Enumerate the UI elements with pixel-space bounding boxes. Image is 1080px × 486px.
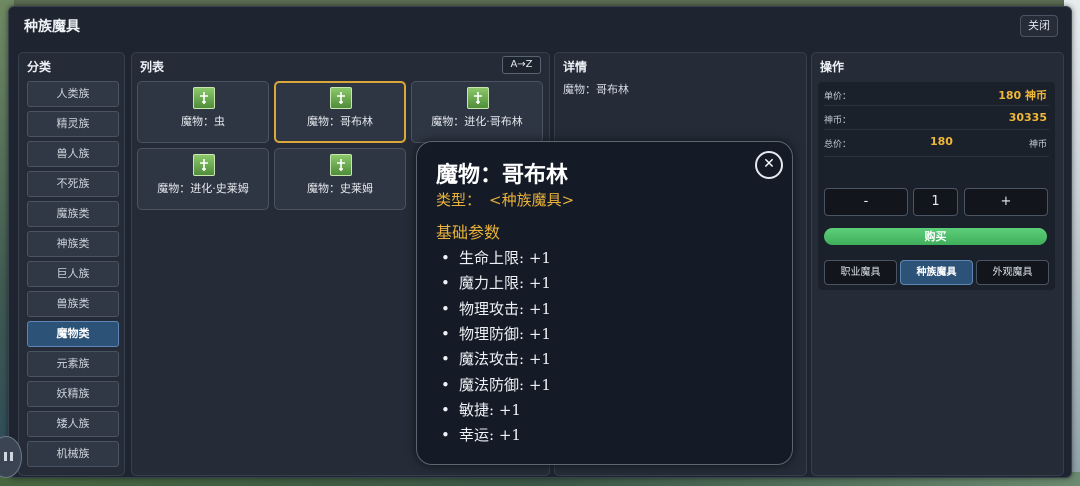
category-item[interactable]: 兽人族: [27, 141, 119, 167]
category-panel-title: 分类: [27, 60, 52, 74]
increase-button[interactable]: +: [964, 188, 1048, 216]
unit-price-label: 单价：: [824, 92, 852, 102]
detail-panel-title: 详情: [563, 60, 588, 74]
item-card[interactable]: 魔物：进化·史莱姆: [137, 148, 269, 210]
item-card-label: 魔物：史莱姆: [307, 182, 373, 195]
stat-line: • 魔法攻击: +1: [441, 348, 551, 369]
unit-price-value: 180 神币: [998, 89, 1047, 102]
bullet: •: [441, 325, 450, 343]
divider: [824, 129, 1049, 130]
category-panel: 分类 人类族 精灵族 兽人族 不死族 魔族类 神族类 巨人族 兽族类 魔物类 元…: [18, 52, 125, 476]
item-card-selected[interactable]: 魔物：哥布林: [274, 81, 406, 143]
category-item-active[interactable]: 魔物类: [27, 321, 119, 347]
category-item[interactable]: 兽族类: [27, 291, 119, 317]
detail-text: 魔物：哥布林: [563, 83, 629, 96]
category-item[interactable]: 元素族: [27, 351, 119, 377]
category-item[interactable]: 不死族: [27, 171, 119, 197]
category-item[interactable]: 神族类: [27, 231, 119, 257]
tooltip-type: 类型： <种族魔具>: [436, 189, 574, 210]
stat-text: 魔力上限: +1: [459, 274, 551, 292]
bullet: •: [441, 426, 450, 444]
bullet: •: [441, 300, 450, 318]
stat-line: • 物理防御: +1: [441, 323, 551, 344]
divider: [824, 156, 1049, 157]
item-card-label: 魔物：进化·哥布林: [431, 115, 523, 128]
stat-line: • 魔力上限: +1: [441, 272, 551, 293]
tab-appearance-artifact[interactable]: 外观魔具: [976, 260, 1049, 285]
stat-text: 物理攻击: +1: [459, 300, 551, 318]
window-title: 种族魔具: [24, 19, 80, 35]
tooltip-section-title: 基础参数: [436, 223, 501, 242]
bullet: •: [441, 274, 450, 292]
category-item[interactable]: 魔族类: [27, 201, 119, 227]
item-card-label: 魔物：进化·史莱姆: [157, 182, 249, 195]
balance-label: 神币：: [824, 116, 852, 126]
category-item[interactable]: 矮人族: [27, 411, 119, 437]
close-button[interactable]: 关闭: [1020, 15, 1058, 37]
item-card[interactable]: 魔物：史莱姆: [274, 148, 406, 210]
bullet: •: [441, 376, 450, 394]
category-item[interactable]: 妖精族: [27, 381, 119, 407]
stat-text: 敏捷: +1: [459, 401, 521, 419]
bullet: •: [441, 401, 450, 419]
stat-line: • 敏捷: +1: [441, 399, 521, 420]
item-card-label: 魔物：哥布林: [307, 115, 373, 128]
operations-panel: 操作 单价： 180 神币 神币： 30335 总价： 180 神币 - 1 +…: [811, 52, 1064, 476]
sword-cross-icon: [467, 87, 489, 109]
stat-line: • 生命上限: +1: [441, 247, 551, 268]
tab-race-artifact[interactable]: 种族魔具: [900, 260, 973, 285]
stat-line: • 物理攻击: +1: [441, 298, 551, 319]
stat-text: 魔法防御: +1: [459, 376, 551, 394]
item-tooltip: 魔物：哥布林 ✕ 类型： <种族魔具> 基础参数 • 生命上限: +1 • 魔力上限:…: [416, 141, 793, 465]
tooltip-close-icon[interactable]: ✕: [755, 151, 783, 179]
quantity-input[interactable]: 1: [913, 188, 958, 216]
pause-bar: [4, 452, 7, 461]
tooltip-type-label: 类型：: [436, 191, 482, 209]
purchase-box: 单价： 180 神币 神币： 30335 总价： 180 神币 - 1 + 购买…: [818, 82, 1055, 290]
tooltip-title: 魔物：哥布林: [436, 162, 569, 188]
total-currency: 神币: [1028, 140, 1047, 150]
balance-value: 30335: [1008, 111, 1047, 124]
item-card[interactable]: 魔物：虫: [137, 81, 269, 143]
category-item[interactable]: 精灵族: [27, 111, 119, 137]
tab-class-artifact[interactable]: 职业魔具: [824, 260, 897, 285]
list-panel-title: 列表: [140, 60, 165, 74]
sword-cross-icon: [330, 154, 352, 176]
stat-line: • 幸运: +1: [441, 424, 521, 445]
stat-text: 魔法攻击: +1: [459, 350, 551, 368]
category-item[interactable]: 人类族: [27, 81, 119, 107]
sword-cross-icon: [193, 87, 215, 109]
bullet: •: [441, 350, 450, 368]
operations-panel-title: 操作: [820, 60, 845, 74]
stat-line: • 魔法防御: +1: [441, 374, 551, 395]
total-label: 总价：: [824, 140, 852, 150]
category-item[interactable]: 机械族: [27, 441, 119, 467]
item-card-label: 魔物：虫: [181, 115, 225, 128]
total-value: 180: [930, 135, 953, 148]
divider: [824, 105, 1049, 106]
category-item[interactable]: 巨人族: [27, 261, 119, 287]
pause-bar: [10, 452, 13, 461]
stat-text: 物理防御: +1: [459, 325, 551, 343]
item-card[interactable]: 魔物：进化·哥布林: [411, 81, 543, 143]
tooltip-type-value: <种族魔具>: [489, 191, 575, 209]
stat-text: 幸运: +1: [459, 426, 521, 444]
sword-cross-icon: [193, 154, 215, 176]
sword-cross-icon: [330, 87, 352, 109]
sort-button[interactable]: A→Z: [502, 56, 541, 74]
stat-text: 生命上限: +1: [459, 249, 551, 267]
bullet: •: [441, 249, 450, 267]
decrease-button[interactable]: -: [824, 188, 908, 216]
buy-button[interactable]: 购买: [824, 228, 1047, 245]
